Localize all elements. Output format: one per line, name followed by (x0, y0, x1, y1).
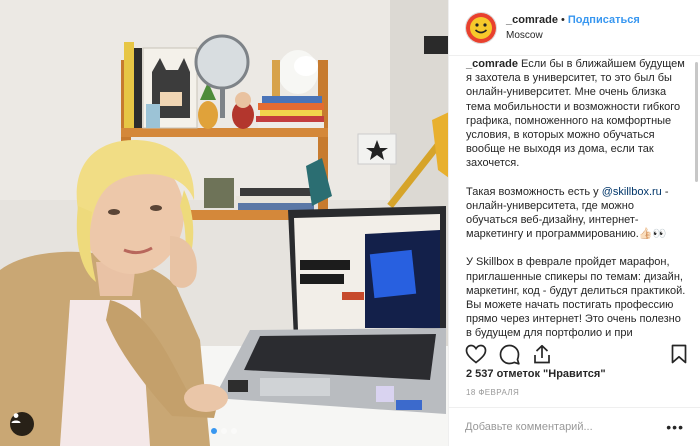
post-details-panel: _comrade • Подписаться Moscow _comrade Есл… (449, 0, 700, 446)
comment-form: ••• (449, 407, 700, 446)
caption-scroll-area[interactable]: _comrade Если бы в ближайшем будущем я з… (449, 57, 700, 340)
share-icon (534, 344, 550, 364)
user-tag-icon (11, 413, 21, 423)
caption-paragraph: У Skillbox в феврале пройдет марафон, пр… (466, 255, 686, 340)
caption-text: Если бы в ближайшем будущем я захотела в… (466, 58, 685, 170)
post-photo[interactable] (0, 0, 449, 446)
mention-link[interactable]: @skillbox.ru (602, 186, 662, 198)
post-photo-illustration (0, 0, 448, 446)
caption-text: Такая возможность есть у (466, 185, 602, 198)
like-button[interactable] (465, 344, 487, 364)
caption-paragraph: _comrade Если бы в ближайшем будущем я з… (466, 57, 686, 171)
bookmark-icon (671, 344, 687, 364)
post-date[interactable]: 18 ФЕВРАЛЯ (466, 388, 519, 397)
avatar[interactable] (465, 11, 497, 44)
likes-count[interactable]: 2 537 отметок "Нравится" (466, 368, 606, 380)
caption-text: У Skillbox в феврале пройдет марафон, пр… (466, 256, 686, 340)
carousel-indicator (0, 428, 448, 434)
caption-author-link[interactable]: _comrade (466, 58, 518, 70)
carousel-dot[interactable] (221, 428, 227, 434)
carousel-dot[interactable] (231, 428, 237, 434)
save-button[interactable] (671, 344, 687, 364)
comment-button[interactable] (499, 344, 520, 365)
smiley-avatar-icon (466, 12, 496, 43)
header-separator: • (560, 13, 565, 26)
heart-icon (465, 344, 487, 364)
comment-input[interactable] (465, 421, 645, 433)
more-options-icon[interactable]: ••• (666, 419, 684, 435)
post-header: _comrade • Подписаться Moscow (449, 0, 700, 56)
caption-paragraph: Такая возможность есть у @skillbox.ru - … (466, 185, 686, 242)
carousel-dot[interactable] (211, 428, 217, 434)
caption-scrollbar[interactable] (695, 62, 698, 182)
location-link[interactable]: Moscow (506, 28, 640, 43)
action-bar (465, 342, 687, 366)
username-link[interactable]: _comrade (506, 14, 558, 26)
share-button[interactable] (532, 344, 552, 364)
comment-icon (499, 344, 520, 365)
follow-button[interactable]: Подписаться (568, 14, 640, 26)
caption: _comrade Если бы в ближайшем будущем я з… (466, 57, 686, 340)
